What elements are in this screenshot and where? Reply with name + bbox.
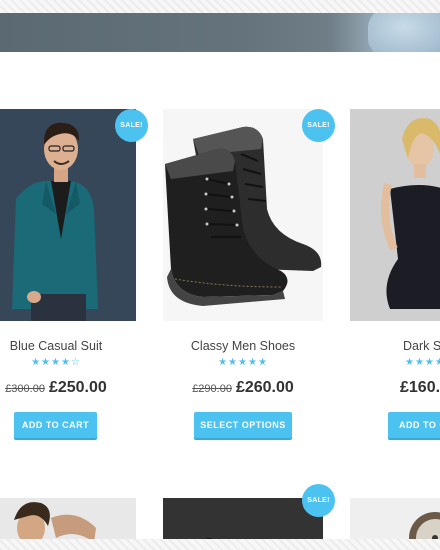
rating-stars: ★★★★★ (218, 357, 268, 368)
select-options-button[interactable]: SELECT OPTIONS (194, 412, 292, 438)
dress-model-illustration (350, 109, 440, 321)
product-image[interactable] (163, 498, 323, 539)
product-card[interactable] (163, 498, 323, 539)
add-to-cart-button[interactable]: ADD TO C (388, 412, 440, 438)
hero-banner (0, 13, 440, 52)
product-grid: SALE! Blue Casual Suit ★★★★☆ £300.00 £250… (0, 109, 440, 539)
sale-badge: SALE! (115, 109, 148, 142)
product-price: £160. (400, 379, 440, 397)
sale-badge: SALE! (302, 109, 335, 142)
product-price: £300.00 £250.00 (0, 379, 136, 397)
old-price: £300.00 (5, 383, 45, 395)
add-to-cart-button[interactable]: ADD TO CART (14, 412, 97, 438)
rating-stars: ★★★★★ (405, 357, 440, 368)
product-title[interactable]: Classy Men Shoes (163, 339, 323, 353)
product-image[interactable] (350, 498, 440, 539)
sale-price: £160. (400, 379, 440, 396)
sale-badge: SALE! (302, 484, 335, 517)
suit-model-illustration (0, 109, 136, 321)
banner-model-image (368, 13, 440, 52)
product-image[interactable] (0, 109, 136, 321)
product-image[interactable] (0, 498, 136, 539)
shop-content: SALE! Blue Casual Suit ★★★★☆ £300.00 £250… (0, 13, 440, 539)
product-image[interactable] (163, 109, 323, 321)
product-image[interactable] (350, 109, 440, 321)
rating-stars: ★★★★☆ (31, 357, 81, 368)
old-price: £290.00 (192, 383, 232, 395)
product-card[interactable] (350, 498, 440, 539)
product-title[interactable]: Blue Casual Suit (0, 339, 136, 353)
product-card[interactable] (0, 498, 136, 539)
product-price: £290.00 £260.00 (163, 379, 323, 397)
product-title[interactable]: Dark Sl (403, 339, 440, 353)
sale-price: £250.00 (48, 379, 107, 396)
sale-price: £260.00 (235, 379, 294, 396)
shoes-illustration (165, 126, 322, 306)
